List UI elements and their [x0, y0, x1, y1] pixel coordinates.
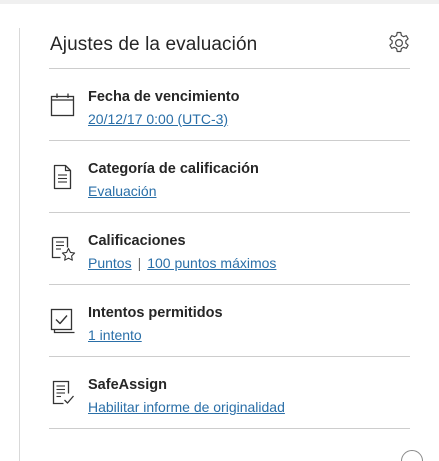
due-date-label: Fecha de vencimiento: [88, 89, 240, 105]
grading-values: Puntos | 100 puntos máximos: [88, 255, 276, 271]
document-icon: [49, 163, 77, 191]
help-icon[interactable]: [401, 450, 423, 461]
grade-category-label: Categoría de calificación: [88, 161, 259, 177]
checkbox-icon: [49, 307, 77, 335]
panel-header: Ajustes de la evaluación: [49, 28, 410, 69]
attempts-row: Intentos permitidos 1 intento: [49, 285, 410, 357]
assessment-settings-panel: Ajustes de la evaluación Fecha de vencim…: [49, 28, 410, 429]
grade-list-star-icon: [49, 235, 77, 263]
panel-title: Ajustes de la evaluación: [50, 34, 258, 55]
attempts-link[interactable]: 1 intento: [88, 327, 142, 343]
grading-label: Calificaciones: [88, 233, 186, 249]
grading-separator: |: [137, 255, 142, 271]
grading-type-link[interactable]: Puntos: [88, 255, 132, 271]
grade-category-row: Categoría de calificación Evaluación: [49, 141, 410, 213]
document-check-icon: [49, 379, 77, 407]
top-strip: [0, 0, 439, 4]
originality-report-link[interactable]: Habilitar informe de originalidad: [88, 399, 285, 415]
grading-row: Calificaciones Puntos | 100 puntos máximos: [49, 213, 410, 285]
gear-icon[interactable]: [385, 29, 413, 57]
calendar-icon: [49, 91, 77, 119]
safeassign-row: SafeAssign Habilitar informe de original…: [49, 357, 410, 429]
attempts-label: Intentos permitidos: [88, 305, 223, 321]
safeassign-label: SafeAssign: [88, 377, 167, 393]
grade-category-link[interactable]: Evaluación: [88, 183, 157, 199]
panel-left-border: [19, 28, 20, 461]
due-date-row: Fecha de vencimiento 20/12/17 0:00 (UTC-…: [49, 69, 410, 141]
due-date-link[interactable]: 20/12/17 0:00 (UTC-3): [88, 111, 228, 127]
max-points-link[interactable]: 100 puntos máximos: [147, 255, 276, 271]
